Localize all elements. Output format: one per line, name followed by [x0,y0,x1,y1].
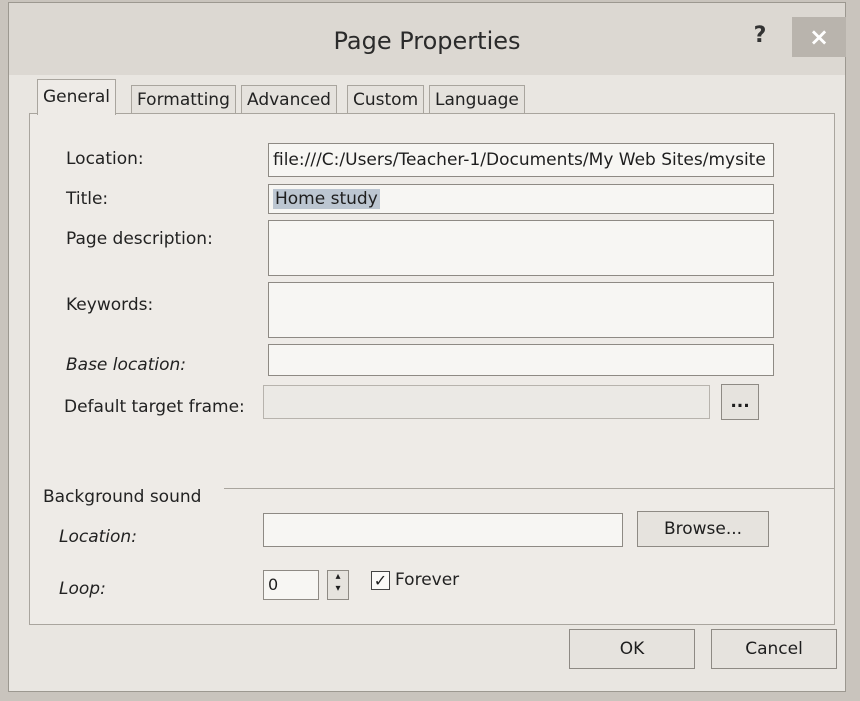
tab-language[interactable]: Language [429,85,525,115]
sound-location-label: Location: [59,527,137,547]
page-description-label: Page description: [66,229,213,249]
location-field[interactable]: file:///C:/Users/Teacher-1/Documents/My … [268,143,774,177]
title-bar: Page Properties ? × [9,3,846,75]
checkmark-icon: ✓ [373,571,388,590]
window-title: Page Properties [333,27,521,55]
spin-down-icon[interactable]: ▾ [328,583,348,595]
default-target-frame-label: Default target frame: [64,397,245,417]
browse-button[interactable]: Browse... [637,511,769,547]
page-properties-dialog: Page Properties ? × General Formatting A… [8,2,846,692]
cancel-button[interactable]: Cancel [711,629,837,669]
group-divider [224,488,834,489]
loop-label: Loop: [59,579,106,599]
page-description-field[interactable] [268,220,774,276]
close-icon: × [808,23,830,51]
sound-location-field[interactable] [263,513,623,547]
close-button[interactable]: × [792,17,846,57]
base-location-label: Base location: [66,355,186,375]
target-frame-browse-button[interactable]: ... [721,384,759,420]
spin-up-icon[interactable]: ▴ [328,571,348,583]
tab-general[interactable]: General [37,79,116,115]
forever-checkbox[interactable]: ✓ [371,571,390,590]
location-label: Location: [66,149,144,169]
title-label: Title: [66,189,109,209]
help-button[interactable]: ? [744,19,776,55]
loop-count-field[interactable]: 0 [263,570,319,600]
forever-label: Forever [395,570,460,590]
background-sound-group-label: Background sound [43,487,202,507]
keywords-label: Keywords: [66,295,154,315]
base-location-field[interactable] [268,344,774,376]
title-field[interactable]: Home study [268,184,774,214]
tab-advanced[interactable]: Advanced [241,85,337,115]
default-target-frame-field[interactable] [263,385,710,419]
ok-button[interactable]: OK [569,629,695,669]
title-value: Home study [273,189,380,209]
ellipsis-pencil-icon: ... [730,392,750,412]
loop-spinner[interactable]: ▴ ▾ [327,570,349,600]
tab-custom[interactable]: Custom [347,85,425,115]
keywords-field[interactable] [268,282,774,338]
tab-formatting[interactable]: Formatting [131,85,236,115]
